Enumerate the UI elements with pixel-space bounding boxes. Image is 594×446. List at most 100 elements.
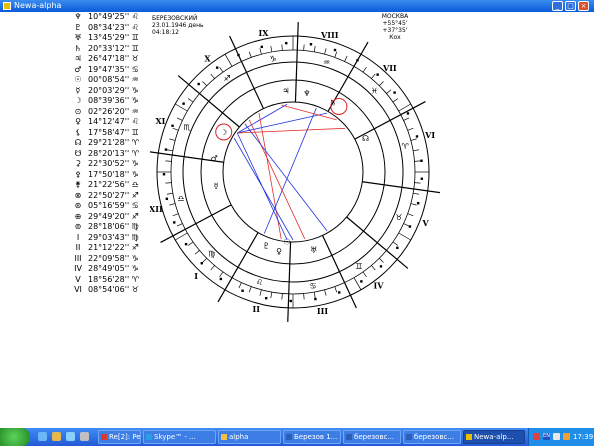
title-bar: Newa-alpha _ □ × <box>0 0 594 12</box>
taskbar-item[interactable]: Re[2]: Per... <box>98 430 141 444</box>
degree-tick <box>210 265 215 271</box>
degree-dot <box>264 296 268 300</box>
planet-row: ☿ 20°03'29'' ♑ <box>72 86 157 97</box>
taskbar-item[interactable]: alpha <box>218 430 281 444</box>
degree-tick <box>194 250 200 255</box>
taskbar-item-icon <box>466 434 472 440</box>
degree-dot <box>162 173 166 176</box>
planet-position: 08°54'06'' ♉ <box>88 285 139 294</box>
planet-row: ☋ 28°20'13'' ♈ <box>72 149 157 160</box>
planet-position: 13°45'29'' ♊ <box>88 33 139 42</box>
degree-tick <box>303 44 305 51</box>
degree-dot <box>289 299 292 303</box>
house-cusp <box>160 204 232 243</box>
degree-tick <box>187 98 194 103</box>
planet-row: ♇ 08°34'23'' ♌ <box>72 23 157 34</box>
degree-tick <box>313 45 316 52</box>
folder-quicklaunch-icon[interactable] <box>52 432 61 441</box>
degree-tick <box>386 89 392 94</box>
house-numeral: II <box>253 304 261 314</box>
minimize-button[interactable]: _ <box>552 1 563 11</box>
planet-glyph: ♃ <box>74 54 82 63</box>
planet-row: ⊗ 22°50'27'' ♐ <box>72 191 157 202</box>
close-button[interactable]: × <box>578 1 589 11</box>
degree-tick <box>169 203 176 206</box>
degree-tick <box>403 117 410 121</box>
app-icon <box>3 2 11 10</box>
planet-position: 22°09'58'' ♑ <box>88 253 139 263</box>
degree-tick <box>371 73 376 79</box>
degree-dot <box>338 291 341 294</box>
network-icon[interactable] <box>553 433 560 440</box>
planet-glyph: ⊗ <box>74 190 82 200</box>
planet-position: 14°12'47'' ♌ <box>88 117 139 126</box>
ie-quicklaunch-icon[interactable] <box>38 432 47 441</box>
planet-row: ⊚ 28°18'06'' ♍ <box>72 222 157 233</box>
planet-row: V 18°56'28'' ♈ <box>72 275 157 286</box>
taskbar-item-icon <box>101 434 107 440</box>
house-numeral: X <box>204 54 211 64</box>
desktop-quicklaunch-icon[interactable] <box>66 432 75 441</box>
planet-glyph: IV <box>74 264 82 273</box>
planet-glyph: ♇ <box>74 22 82 32</box>
planet-position: 20°03'29'' ♑ <box>88 85 139 95</box>
degree-tick <box>403 223 410 227</box>
planet-glyph: ☊ <box>74 138 82 147</box>
planet-row: ⊕ 29°49'20'' ♐ <box>72 212 157 223</box>
degree-tick <box>202 81 207 86</box>
planet-row: ⊙ 02°26'20'' ♒ <box>72 107 157 118</box>
degree-tick <box>202 258 207 263</box>
degree-tick <box>398 232 411 241</box>
planet-row: ♅ 13°45'29'' ♊ <box>72 33 157 44</box>
degree-tick <box>210 73 215 79</box>
sign-glyph: ♈ <box>401 142 408 151</box>
taskbar-item[interactable]: Newa-alp... <box>463 430 525 444</box>
planet-row: ⚵ 21°22'56'' ♎ <box>72 180 157 191</box>
inner-planet-glyph: ♂ <box>211 154 218 163</box>
degree-tick <box>334 286 338 293</box>
degree-tick <box>248 51 252 58</box>
system-tray: EN 17:39 <box>528 428 594 446</box>
inner-planet-glyph: ♀ <box>276 247 282 256</box>
degree-tick <box>379 258 384 263</box>
planet-glyph: III <box>74 253 82 263</box>
taskbar-item-icon <box>221 434 227 440</box>
planet-row: ⊛ 05°16'59'' ♋ <box>72 201 157 212</box>
degree-dot <box>165 197 169 201</box>
degree-dot <box>260 45 263 49</box>
degree-tick <box>259 48 262 55</box>
volume-icon[interactable] <box>563 433 570 440</box>
tray-app-icon[interactable] <box>533 433 540 440</box>
degree-tick <box>413 192 420 195</box>
language-indicator[interactable]: EN <box>543 433 550 440</box>
degree-tick <box>270 292 273 299</box>
taskbar-item[interactable]: Skype™ - ... <box>143 430 216 444</box>
planet-row: I 29°03'43'' ♍ <box>72 233 157 244</box>
taskbar-item[interactable]: березовс... <box>343 430 401 444</box>
start-button[interactable] <box>0 428 30 446</box>
planet-positions-list: ♆ 10°49'25'' ♌ ♇ 08°34'23'' ♌ ♅ 13°45'29'' ♊ ♄… <box>72 12 157 296</box>
degree-dot <box>182 102 185 105</box>
maximize-button[interactable]: □ <box>565 1 576 11</box>
sign-glyph: ♊ <box>355 262 362 271</box>
degree-tick <box>281 293 283 300</box>
degree-dot <box>408 225 412 228</box>
degree-tick <box>353 277 362 290</box>
planet-row: ☉ 00°08'54'' ♒ <box>72 75 157 86</box>
taskbar-item-icon <box>286 434 292 440</box>
degree-dot <box>200 262 203 265</box>
degree-dot <box>420 177 424 180</box>
degree-dot <box>173 221 176 224</box>
degree-tick <box>270 45 273 52</box>
inner-planet-glyph: ☿ <box>214 182 219 191</box>
planet-glyph: I <box>76 232 80 242</box>
degree-tick <box>219 66 224 73</box>
degree-tick <box>324 48 327 55</box>
degree-tick <box>176 117 183 121</box>
taskbar-item[interactable]: березовс... <box>403 430 461 444</box>
degree-tick <box>238 282 242 289</box>
app-quicklaunch-icon[interactable] <box>80 432 89 441</box>
taskbar-item[interactable]: Березов 1... <box>283 430 341 444</box>
taskbar-item-label: березовс... <box>414 433 455 441</box>
degree-tick <box>172 213 179 217</box>
